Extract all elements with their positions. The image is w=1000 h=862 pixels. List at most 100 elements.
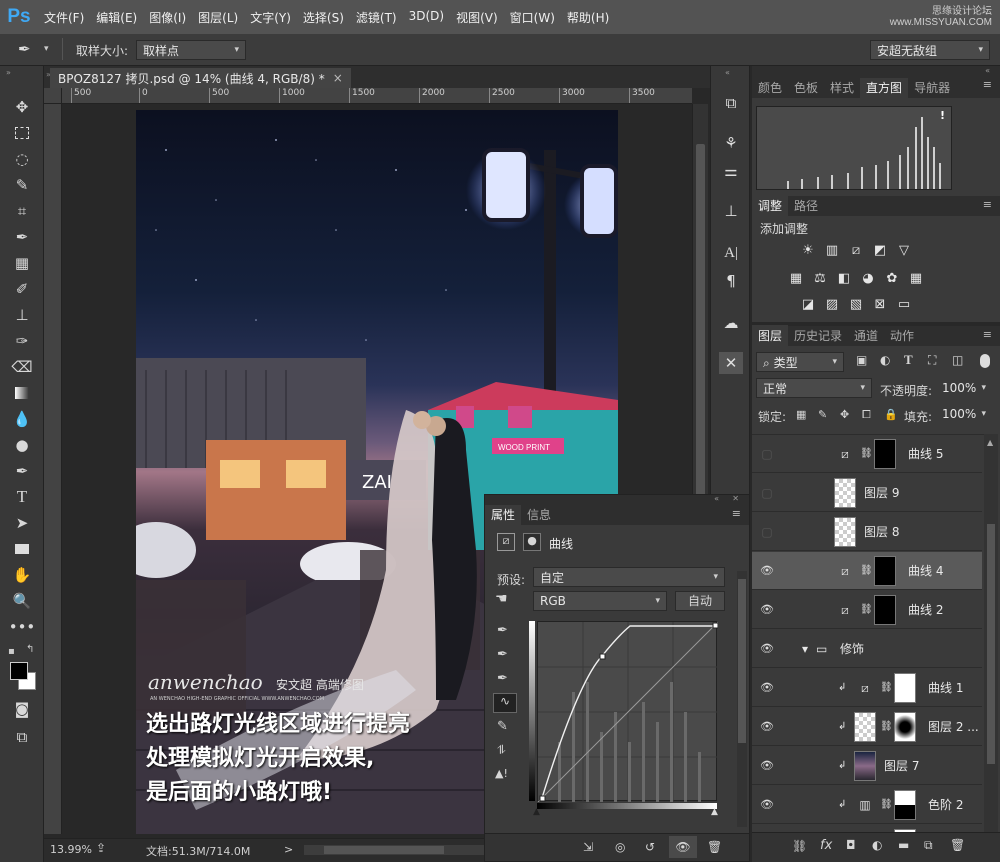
on-image-adjust-icon[interactable]: ☚ xyxy=(495,591,508,607)
pen-tool-icon[interactable]: ✒ xyxy=(10,460,34,482)
visibility-eye-icon[interactable]: 👁 xyxy=(760,798,774,811)
panel-tab[interactable]: 历史记录 xyxy=(788,325,848,346)
sample-size-select[interactable]: 取样点 ▾ xyxy=(136,40,246,60)
panel-menu-icon[interactable]: ≡ xyxy=(983,328,992,341)
libraries-icon[interactable]: ☁ xyxy=(719,312,743,334)
visibility-off-icon[interactable]: ▢ xyxy=(760,486,774,500)
blend-mode-select[interactable]: 正常 ▾ xyxy=(756,378,872,398)
layer-thumbnail[interactable] xyxy=(854,712,876,742)
posterize-icon[interactable]: ▨ xyxy=(824,296,840,312)
crop-tool-icon[interactable]: ⌗ xyxy=(10,200,34,222)
preset-select[interactable]: 自定 ▾ xyxy=(533,567,725,587)
quick-mask-icon[interactable]: ◙ xyxy=(10,698,34,720)
history-panel-icon[interactable]: ⧉ xyxy=(719,92,743,114)
curves-adjustment-icon[interactable]: ⧄ xyxy=(834,556,856,586)
fill-input[interactable]: 100% ▾ xyxy=(936,404,992,424)
menu-item[interactable]: 视图(V) xyxy=(450,9,504,26)
black-white-icon[interactable]: ◧ xyxy=(836,270,852,286)
layer-name[interactable]: 曲线 1 xyxy=(928,679,963,696)
panel-tab[interactable]: 色板 xyxy=(788,77,824,98)
clip-to-layer-icon[interactable]: ⇲ xyxy=(583,840,593,854)
layer-name[interactable]: 曲线 2 xyxy=(908,601,943,618)
menu-item[interactable]: 3D(D) xyxy=(403,9,450,26)
filter-adjustment-icon[interactable]: ◐ xyxy=(880,353,890,367)
hue-saturation-icon[interactable]: ▦ xyxy=(788,270,804,286)
visibility-eye-icon[interactable]: 👁 xyxy=(760,759,774,772)
add-mask-icon[interactable]: ◘ xyxy=(846,838,856,852)
layer-mask-thumbnail[interactable] xyxy=(894,790,916,820)
menu-item[interactable]: 文字(Y) xyxy=(244,9,297,26)
layer-thumbnail[interactable] xyxy=(834,478,856,508)
character-panel-icon[interactable]: A| xyxy=(719,242,743,264)
more-tools-icon[interactable]: ••• xyxy=(9,616,36,638)
curve-point-white[interactable] xyxy=(712,622,719,629)
lock-all-icon[interactable]: 🔒 xyxy=(884,408,898,421)
opacity-input[interactable]: 100% ▾ xyxy=(936,378,992,398)
curve-points-tool-icon[interactable]: ∿ xyxy=(493,693,517,713)
smooth-icon[interactable]: ⥮ xyxy=(497,743,506,758)
pencil-tool-icon[interactable]: ✎ xyxy=(497,719,508,734)
panel-tab[interactable]: 样式 xyxy=(824,77,860,98)
reset-icon[interactable]: ↺ xyxy=(645,840,655,854)
auto-button[interactable]: 自动 xyxy=(675,591,725,611)
panel-tab[interactable]: 图层 xyxy=(752,325,789,346)
menu-item[interactable]: 窗口(W) xyxy=(504,9,561,26)
stamp-tool-icon[interactable]: ⊥ xyxy=(10,304,34,326)
mask-link-icon[interactable]: ⛓ xyxy=(880,799,893,810)
levels-adjustment-icon[interactable]: ▥ xyxy=(854,790,876,820)
rectangle-tool-icon[interactable] xyxy=(10,538,34,560)
black-point-eyedropper-icon[interactable]: ✒ xyxy=(497,623,508,638)
mask-link-icon[interactable]: ⛓ xyxy=(860,565,873,576)
move-tool-icon[interactable]: ✥ xyxy=(10,96,34,118)
scroll-thumb[interactable] xyxy=(324,846,444,854)
visibility-off-icon[interactable]: ▢ xyxy=(760,447,774,461)
white-slider-icon[interactable]: ▲ xyxy=(711,807,718,817)
workspace-select[interactable]: 安超无敌组 ▾ xyxy=(870,40,990,60)
panel-tab[interactable]: 调整 xyxy=(752,195,789,216)
visibility-eye-icon[interactable]: 👁 xyxy=(760,642,774,655)
gradient-map-icon[interactable]: ▭ xyxy=(896,296,912,312)
layer-filter-select[interactable]: ⌕ 类型 ▾ xyxy=(756,352,844,372)
share-icon[interactable]: ⇪ xyxy=(96,841,106,855)
panel-menu-icon[interactable]: ≡ xyxy=(732,507,741,520)
menu-item[interactable]: 编辑(E) xyxy=(90,9,143,26)
paragraph-panel-icon[interactable]: ¶ xyxy=(719,270,743,292)
panel-tab[interactable]: 颜色 xyxy=(752,77,788,98)
fx-button[interactable]: fx xyxy=(820,838,832,853)
scroll-up-icon[interactable]: ▲ xyxy=(987,438,993,447)
layer-row[interactable]: 👁 ⧄ ⛓ 曲线 4 xyxy=(752,552,982,590)
menu-item[interactable]: 图层(L) xyxy=(192,9,244,26)
panel-tab[interactable]: 通道 xyxy=(848,325,884,346)
close-icon[interactable]: × xyxy=(333,71,343,85)
foreground-color-swatch[interactable] xyxy=(10,662,28,680)
lock-transparent-icon[interactable]: ▦ xyxy=(796,408,806,421)
group-expand-icon[interactable]: ▾ xyxy=(802,642,808,656)
menu-item[interactable]: 选择(S) xyxy=(297,9,350,26)
filter-shape-icon[interactable]: ⛶ xyxy=(928,353,936,368)
history-brush-icon[interactable]: ✑ xyxy=(10,330,34,352)
lock-artboard-icon[interactable]: ⧠ xyxy=(862,408,871,422)
mask-link-icon[interactable]: ⛓ xyxy=(880,721,893,732)
lock-pixels-icon[interactable]: ✎ xyxy=(818,408,827,421)
status-menu-arrow[interactable]: > xyxy=(284,843,293,856)
curves-adjustment-icon[interactable]: ⧄ xyxy=(854,673,876,703)
tool-presets-icon[interactable]: ✕ xyxy=(719,352,743,374)
curves-adjustment-icon[interactable]: ⧄ xyxy=(834,595,856,625)
layer-mask-thumbnail[interactable] xyxy=(894,712,916,742)
visibility-eye-icon[interactable]: 👁 xyxy=(760,720,774,733)
brushes-panel-icon[interactable]: ⚘ xyxy=(719,132,743,154)
vertical-ruler[interactable] xyxy=(44,104,62,834)
layer-mask-thumbnail[interactable] xyxy=(894,673,916,703)
layer-thumbnail[interactable] xyxy=(854,751,876,781)
layer-thumbnail[interactable] xyxy=(834,517,856,547)
layer-row[interactable]: 👁 ▾ ▭ 修饰 xyxy=(752,630,982,668)
horizontal-scrollbar[interactable] xyxy=(304,845,484,855)
levels-icon[interactable]: ▥ xyxy=(824,242,840,258)
layer-row[interactable]: 👁↲▥⛓色阶 1 xyxy=(752,825,982,832)
color-balance-icon[interactable]: ⚖ xyxy=(812,270,828,286)
layer-row[interactable]: 👁 ↲ ⧄ ⛓ 曲线 1 xyxy=(752,669,982,707)
filter-toggle[interactable] xyxy=(980,354,990,368)
zoom-level[interactable]: 13.99% xyxy=(50,843,92,856)
screen-mode-icon[interactable]: ⧉ xyxy=(10,726,34,748)
curves-icon[interactable]: ⧄ xyxy=(848,242,864,258)
